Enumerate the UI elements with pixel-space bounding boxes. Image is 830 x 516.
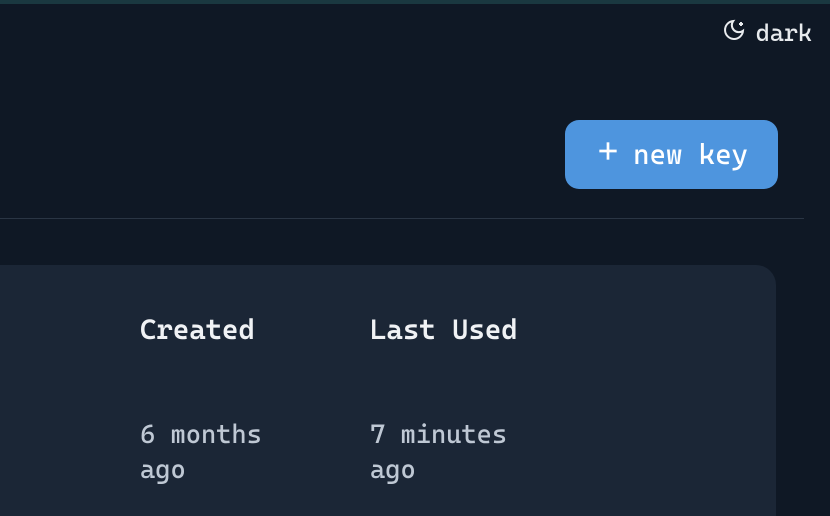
keys-card: Created 6 months ago Last Used 7 minutes… [0, 265, 776, 516]
top-accent-bar [0, 0, 830, 4]
last-used-value: 7 minutes ago [370, 418, 530, 488]
theme-label: dark [756, 19, 812, 47]
section-divider [0, 218, 804, 219]
plus-icon [595, 138, 621, 171]
new-key-button-label: new key [633, 138, 748, 171]
created-value: 6 months ago [140, 418, 300, 488]
created-header: Created [140, 313, 370, 346]
last-used-column: Last Used 7 minutes ago [370, 313, 600, 488]
created-column: Created 6 months ago [140, 313, 370, 488]
new-key-button[interactable]: new key [565, 120, 778, 189]
last-used-header: Last Used [370, 313, 600, 346]
theme-toggle[interactable]: dark [722, 18, 812, 48]
moon-icon [722, 18, 746, 48]
